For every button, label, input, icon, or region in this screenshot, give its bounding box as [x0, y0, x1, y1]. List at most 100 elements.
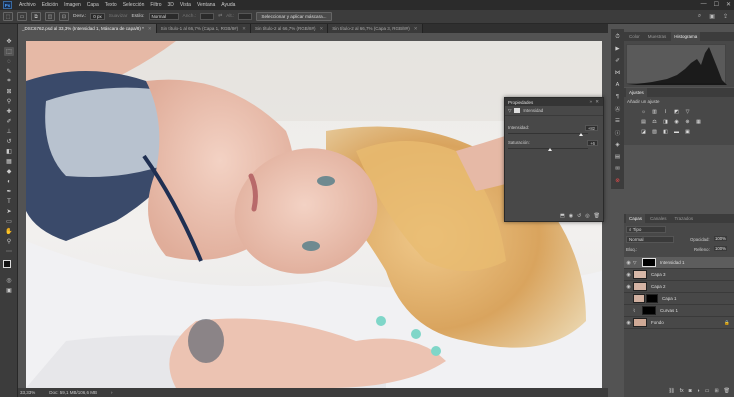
- zoom-tool-icon[interactable]: ⚲: [4, 237, 14, 246]
- menu-filtro[interactable]: Filtro: [147, 2, 164, 8]
- quick-mask-icon[interactable]: ◎: [4, 276, 14, 285]
- menu-archivo[interactable]: Archivo: [16, 2, 39, 8]
- trash-icon[interactable]: 🗑: [724, 388, 730, 394]
- panel-menu-icon[interactable]: » ✕: [589, 99, 600, 105]
- brightness-icon[interactable]: ☼: [640, 109, 647, 115]
- move-tool-icon[interactable]: ✥: [4, 37, 14, 46]
- tab-channels[interactable]: Canales: [647, 214, 670, 223]
- hand-tool-icon[interactable]: ✋: [4, 227, 14, 236]
- more-tools-icon[interactable]: ⋯: [4, 247, 14, 256]
- layer-row[interactable]: ◉ Fondo 🔒: [624, 317, 734, 329]
- tab-swatches[interactable]: Muestras: [645, 32, 670, 41]
- tab-histogram[interactable]: Histograma: [671, 32, 701, 41]
- layer-name[interactable]: Capa 3: [651, 272, 666, 277]
- dodge-tool-icon[interactable]: ◐: [4, 177, 14, 186]
- layer-row[interactable]: ◉ Capa 3: [624, 269, 734, 281]
- swap-icon[interactable]: ⇄: [218, 14, 222, 19]
- curves-icon[interactable]: ⌇: [662, 109, 669, 115]
- screen-mode-icon[interactable]: ▣: [4, 286, 14, 295]
- adjust-icon[interactable]: ◑: [697, 388, 700, 394]
- path-select-tool-icon[interactable]: ➤: [4, 207, 14, 216]
- layer-name[interactable]: Capa 2: [651, 284, 666, 289]
- blur-tool-icon[interactable]: ◆: [4, 167, 14, 176]
- reset-icon[interactable]: ↺: [577, 213, 581, 219]
- layer-name[interactable]: Curvas 1: [660, 308, 678, 313]
- menu-texto[interactable]: Texto: [102, 2, 120, 8]
- history-icon[interactable]: ⏱: [613, 33, 622, 41]
- tab-sin-titulo-1[interactable]: Sin título-1 al 66,7% (Capa 1, RGB/8#) ✕: [156, 24, 251, 33]
- blend-mode-select[interactable]: Normal: [626, 236, 674, 243]
- layer-row[interactable]: Capa 1: [624, 293, 734, 305]
- eye-icon[interactable]: ◉: [624, 260, 633, 266]
- close-tab-icon[interactable]: ✕: [414, 26, 418, 32]
- 3d-icon[interactable]: ◈: [613, 141, 622, 149]
- brushes-icon[interactable]: ⋈: [613, 69, 622, 77]
- vibrance-value[interactable]: +82: [584, 125, 598, 131]
- smooth-checkbox[interactable]: Suavizar: [109, 14, 128, 19]
- foreground-color-swatch[interactable]: [3, 260, 11, 268]
- bw-icon[interactable]: ◨: [662, 119, 669, 125]
- tab-sin-titulo-2-capa3[interactable]: Sin título-2 al 66,7% (Capa 3, RGB/8#) ✕: [328, 24, 423, 33]
- intersect-selection-icon[interactable]: ⊡: [59, 12, 69, 21]
- layer-name[interactable]: Capa 1: [662, 296, 677, 301]
- levels-icon[interactable]: ▥: [651, 109, 658, 115]
- feather-input[interactable]: 0 px: [90, 13, 105, 20]
- menu-edicion[interactable]: Edición: [39, 2, 61, 8]
- gradient-tool-icon[interactable]: ▦: [4, 157, 14, 166]
- eyedropper-tool-icon[interactable]: ⚲: [4, 97, 14, 106]
- select-and-mask-button[interactable]: Seleccionar y aplicar máscara...: [256, 12, 332, 21]
- status-arrow-icon[interactable]: ›: [111, 390, 113, 395]
- info-icon[interactable]: ⓘ: [613, 129, 622, 137]
- menu-imagen[interactable]: Imagen: [61, 2, 84, 8]
- glyphs-icon[interactable]: Ⓐ: [613, 105, 622, 113]
- view-previous-icon[interactable]: ◉: [569, 213, 573, 219]
- layer-name[interactable]: Fondo: [651, 320, 664, 325]
- character-icon[interactable]: A: [613, 81, 622, 89]
- tab-dsc6762[interactable]: _DSC6762.psd al 33,3% (Intensidad 1, Más…: [18, 24, 157, 33]
- posterize-icon[interactable]: ▨: [651, 129, 658, 135]
- style-select[interactable]: Normal: [148, 13, 179, 20]
- layer-mask-thumbnail[interactable]: [642, 258, 656, 267]
- menu-ventana[interactable]: Ventana: [194, 2, 218, 8]
- saturation-value[interactable]: +6: [587, 140, 598, 146]
- invert-icon[interactable]: ◪: [640, 129, 647, 135]
- tab-sin-titulo-2[interactable]: Sin título-2 al 66,7% (RGB/8#) ✕: [250, 24, 329, 33]
- channel-mixer-icon[interactable]: ⊕: [684, 119, 691, 125]
- tab-layers[interactable]: Capas: [626, 214, 646, 223]
- menu-3d[interactable]: 3D: [165, 2, 177, 8]
- selective-color-icon[interactable]: ▣: [684, 129, 691, 135]
- layer-mask-thumbnail[interactable]: [646, 294, 658, 303]
- opacity-input[interactable]: 100%: [714, 236, 727, 241]
- close-tab-icon[interactable]: ✕: [319, 26, 323, 32]
- close-tab-icon[interactable]: ✕: [148, 26, 152, 32]
- shape-tool-icon[interactable]: ▭: [4, 217, 14, 226]
- link-icon[interactable]: ⛓: [668, 388, 674, 394]
- type-tool-icon[interactable]: T: [4, 197, 14, 206]
- close-button[interactable]: ✕: [726, 1, 731, 8]
- vibrance-slider-track[interactable]: [508, 133, 588, 134]
- add-selection-icon[interactable]: ⧉: [31, 12, 41, 21]
- share-icon[interactable]: ⇪: [723, 13, 728, 20]
- plugin-icon[interactable]: ⊗: [613, 177, 622, 185]
- tab-adjustments[interactable]: Ajustes: [626, 88, 647, 97]
- visibility-icon[interactable]: ◎: [585, 213, 589, 219]
- layer-mask-thumbnail[interactable]: [642, 306, 656, 315]
- eraser-tool-icon[interactable]: ◧: [4, 147, 14, 156]
- mask-icon[interactable]: ◙: [689, 388, 692, 394]
- search-icon[interactable]: ⌕: [698, 13, 701, 20]
- crop-tool-icon[interactable]: ⌗: [4, 77, 14, 86]
- layer-filter-select[interactable]: ⌕ Tipo: [626, 226, 666, 233]
- frame-tool-icon[interactable]: ⊠: [4, 87, 14, 96]
- brush-tool-icon[interactable]: ✐: [4, 117, 14, 126]
- close-tab-icon[interactable]: ✕: [242, 26, 246, 32]
- tab-color[interactable]: Color: [626, 32, 643, 41]
- new-selection-icon[interactable]: ▭: [17, 12, 27, 21]
- menu-ayuda[interactable]: Ayuda: [218, 2, 238, 8]
- layer-row[interactable]: ◉ ▽ Intensidad 1: [624, 257, 734, 269]
- menu-capa[interactable]: Capa: [84, 2, 102, 8]
- fill-input[interactable]: 100%: [714, 246, 727, 251]
- trash-icon[interactable]: 🗑: [594, 213, 600, 219]
- minimize-button[interactable]: —: [701, 1, 707, 8]
- clone-stamp-tool-icon[interactable]: ⊥: [4, 127, 14, 136]
- new-layer-icon[interactable]: ⊞: [714, 388, 718, 394]
